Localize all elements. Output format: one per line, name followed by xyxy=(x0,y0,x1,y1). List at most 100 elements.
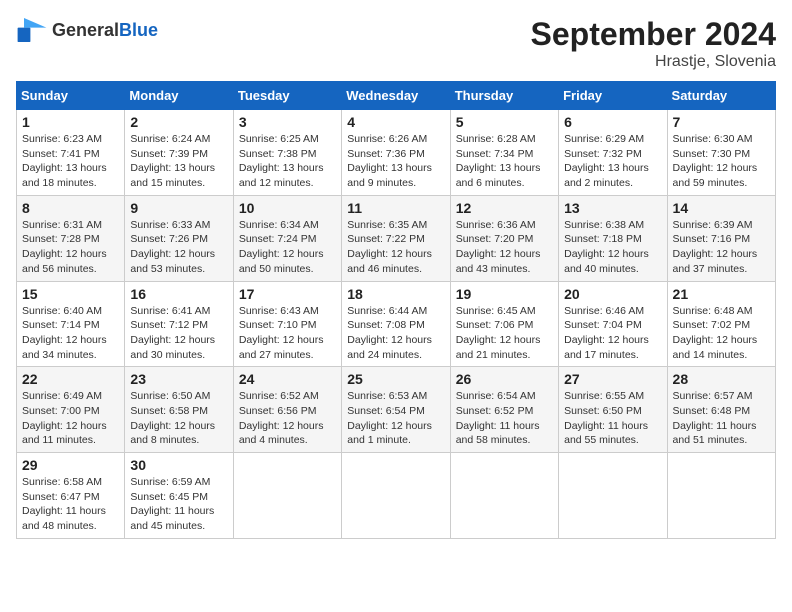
day-info: Sunrise: 6:52 AMSunset: 6:56 PMDaylight:… xyxy=(239,390,324,446)
day-info: Sunrise: 6:35 AMSunset: 7:22 PMDaylight:… xyxy=(347,219,432,275)
logo: GeneralBlue xyxy=(16,16,158,44)
day-number: 22 xyxy=(22,371,119,387)
weekday-header-row: Sunday Monday Tuesday Wednesday Thursday… xyxy=(17,82,776,110)
table-cell: 15 Sunrise: 6:40 AMSunset: 7:14 PMDayligh… xyxy=(17,281,125,367)
header-friday: Friday xyxy=(559,82,667,110)
day-number: 12 xyxy=(456,200,553,216)
day-number: 13 xyxy=(564,200,661,216)
table-cell: 6 Sunrise: 6:29 AMSunset: 7:32 PMDaylight… xyxy=(559,110,667,196)
day-number: 20 xyxy=(564,286,661,302)
header-sunday: Sunday xyxy=(17,82,125,110)
table-cell: 1Sunrise: 6:23 AMSunset: 7:41 PMDaylight… xyxy=(17,110,125,196)
table-cell xyxy=(342,453,450,539)
table-cell: 17Sunrise: 6:43 AMSunset: 7:10 PMDayligh… xyxy=(233,281,341,367)
table-cell: 9 Sunrise: 6:33 AMSunset: 7:26 PMDaylight… xyxy=(125,195,233,281)
table-cell: 18Sunrise: 6:44 AMSunset: 7:08 PMDayligh… xyxy=(342,281,450,367)
table-cell: 23 Sunrise: 6:50 AMSunset: 6:58 PMDayligh… xyxy=(125,367,233,453)
table-cell: 25Sunrise: 6:53 AMSunset: 6:54 PMDayligh… xyxy=(342,367,450,453)
day-number: 2 xyxy=(130,114,227,130)
day-number: 14 xyxy=(673,200,770,216)
table-cell: 14 Sunrise: 6:39 AMSunset: 7:16 PMDayligh… xyxy=(667,195,775,281)
day-info: Sunrise: 6:54 AMSunset: 6:52 PMDaylight:… xyxy=(456,390,540,446)
day-number: 27 xyxy=(564,371,661,387)
table-cell: 12 Sunrise: 6:36 AMSunset: 7:20 PMDayligh… xyxy=(450,195,558,281)
day-info: Sunrise: 6:58 AMSunset: 6:47 PMDaylight:… xyxy=(22,476,106,532)
day-info: Sunrise: 6:50 AMSunset: 6:58 PMDaylight:… xyxy=(130,390,215,446)
table-cell: 30 Sunrise: 6:59 AMSunset: 6:45 PMDayligh… xyxy=(125,453,233,539)
day-info: Sunrise: 6:53 AMSunset: 6:54 PMDaylight:… xyxy=(347,390,432,446)
header-tuesday: Tuesday xyxy=(233,82,341,110)
table-cell: 29Sunrise: 6:58 AMSunset: 6:47 PMDayligh… xyxy=(17,453,125,539)
day-info: Sunrise: 6:30 AMSunset: 7:30 PMDaylight:… xyxy=(673,133,758,189)
day-number: 28 xyxy=(673,371,770,387)
table-cell xyxy=(450,453,558,539)
day-info: Sunrise: 6:49 AMSunset: 7:00 PMDaylight:… xyxy=(22,390,107,446)
table-cell: 5 Sunrise: 6:28 AMSunset: 7:34 PMDaylight… xyxy=(450,110,558,196)
day-info: Sunrise: 6:46 AMSunset: 7:04 PMDaylight:… xyxy=(564,305,649,361)
day-info: Sunrise: 6:43 AMSunset: 7:10 PMDaylight:… xyxy=(239,305,324,361)
week-row-1: 1Sunrise: 6:23 AMSunset: 7:41 PMDaylight… xyxy=(17,110,776,196)
calendar-table: Sunday Monday Tuesday Wednesday Thursday… xyxy=(16,81,776,539)
header-wednesday: Wednesday xyxy=(342,82,450,110)
header-monday: Monday xyxy=(125,82,233,110)
day-number: 10 xyxy=(239,200,336,216)
table-cell: 7Sunrise: 6:30 AMSunset: 7:30 PMDaylight… xyxy=(667,110,775,196)
header-thursday: Thursday xyxy=(450,82,558,110)
title-section: September 2024 Hrastje, Slovenia xyxy=(531,16,776,71)
week-row-3: 15 Sunrise: 6:40 AMSunset: 7:14 PMDayligh… xyxy=(17,281,776,367)
table-cell: 28 Sunrise: 6:57 AMSunset: 6:48 PMDayligh… xyxy=(667,367,775,453)
day-info: Sunrise: 6:44 AMSunset: 7:08 PMDaylight:… xyxy=(347,305,432,361)
day-info: Sunrise: 6:34 AMSunset: 7:24 PMDaylight:… xyxy=(239,219,324,275)
day-info: Sunrise: 6:45 AMSunset: 7:06 PMDaylight:… xyxy=(456,305,541,361)
day-info: Sunrise: 6:41 AMSunset: 7:12 PMDaylight:… xyxy=(130,305,215,361)
location-title: Hrastje, Slovenia xyxy=(531,53,776,71)
day-info: Sunrise: 6:28 AMSunset: 7:34 PMDaylight:… xyxy=(456,133,541,189)
day-number: 9 xyxy=(130,200,227,216)
table-cell xyxy=(559,453,667,539)
table-cell: 20 Sunrise: 6:46 AMSunset: 7:04 PMDayligh… xyxy=(559,281,667,367)
table-cell: 13 Sunrise: 6:38 AMSunset: 7:18 PMDayligh… xyxy=(559,195,667,281)
table-cell xyxy=(667,453,775,539)
table-cell: 3Sunrise: 6:25 AMSunset: 7:38 PMDaylight… xyxy=(233,110,341,196)
day-number: 23 xyxy=(130,371,227,387)
table-cell: 4Sunrise: 6:26 AMSunset: 7:36 PMDaylight… xyxy=(342,110,450,196)
day-number: 5 xyxy=(456,114,553,130)
table-cell: 8Sunrise: 6:31 AMSunset: 7:28 PMDaylight… xyxy=(17,195,125,281)
day-info: Sunrise: 6:40 AMSunset: 7:14 PMDaylight:… xyxy=(22,305,107,361)
table-cell: 26 Sunrise: 6:54 AMSunset: 6:52 PMDayligh… xyxy=(450,367,558,453)
day-info: Sunrise: 6:33 AMSunset: 7:26 PMDaylight:… xyxy=(130,219,215,275)
day-number: 30 xyxy=(130,457,227,473)
week-row-5: 29Sunrise: 6:58 AMSunset: 6:47 PMDayligh… xyxy=(17,453,776,539)
table-cell: 22 Sunrise: 6:49 AMSunset: 7:00 PMDayligh… xyxy=(17,367,125,453)
day-info: Sunrise: 6:57 AMSunset: 6:48 PMDaylight:… xyxy=(673,390,757,446)
day-info: Sunrise: 6:59 AMSunset: 6:45 PMDaylight:… xyxy=(130,476,214,532)
day-info: Sunrise: 6:55 AMSunset: 6:50 PMDaylight:… xyxy=(564,390,648,446)
day-number: 6 xyxy=(564,114,661,130)
table-cell: 11 Sunrise: 6:35 AMSunset: 7:22 PMDayligh… xyxy=(342,195,450,281)
day-number: 21 xyxy=(673,286,770,302)
day-number: 15 xyxy=(22,286,119,302)
day-number: 16 xyxy=(130,286,227,302)
table-cell: 16 Sunrise: 6:41 AMSunset: 7:12 PMDayligh… xyxy=(125,281,233,367)
logo-general: General xyxy=(52,20,119,40)
week-row-4: 22 Sunrise: 6:49 AMSunset: 7:00 PMDayligh… xyxy=(17,367,776,453)
day-info: Sunrise: 6:29 AMSunset: 7:32 PMDaylight:… xyxy=(564,133,649,189)
day-info: Sunrise: 6:23 AMSunset: 7:41 PMDaylight:… xyxy=(22,133,107,189)
logo-blue: Blue xyxy=(119,20,158,40)
day-number: 4 xyxy=(347,114,444,130)
table-cell xyxy=(233,453,341,539)
day-info: Sunrise: 6:38 AMSunset: 7:18 PMDaylight:… xyxy=(564,219,649,275)
table-cell: 2 Sunrise: 6:24 AMSunset: 7:39 PMDaylight… xyxy=(125,110,233,196)
day-number: 26 xyxy=(456,371,553,387)
table-cell: 19 Sunrise: 6:45 AMSunset: 7:06 PMDayligh… xyxy=(450,281,558,367)
day-info: Sunrise: 6:39 AMSunset: 7:16 PMDaylight:… xyxy=(673,219,758,275)
day-info: Sunrise: 6:24 AMSunset: 7:39 PMDaylight:… xyxy=(130,133,215,189)
day-number: 19 xyxy=(456,286,553,302)
week-row-2: 8Sunrise: 6:31 AMSunset: 7:28 PMDaylight… xyxy=(17,195,776,281)
day-number: 11 xyxy=(347,200,444,216)
day-info: Sunrise: 6:48 AMSunset: 7:02 PMDaylight:… xyxy=(673,305,758,361)
table-cell: 27 Sunrise: 6:55 AMSunset: 6:50 PMDayligh… xyxy=(559,367,667,453)
logo-icon xyxy=(16,16,48,44)
day-info: Sunrise: 6:36 AMSunset: 7:20 PMDaylight:… xyxy=(456,219,541,275)
table-cell: 24Sunrise: 6:52 AMSunset: 6:56 PMDayligh… xyxy=(233,367,341,453)
